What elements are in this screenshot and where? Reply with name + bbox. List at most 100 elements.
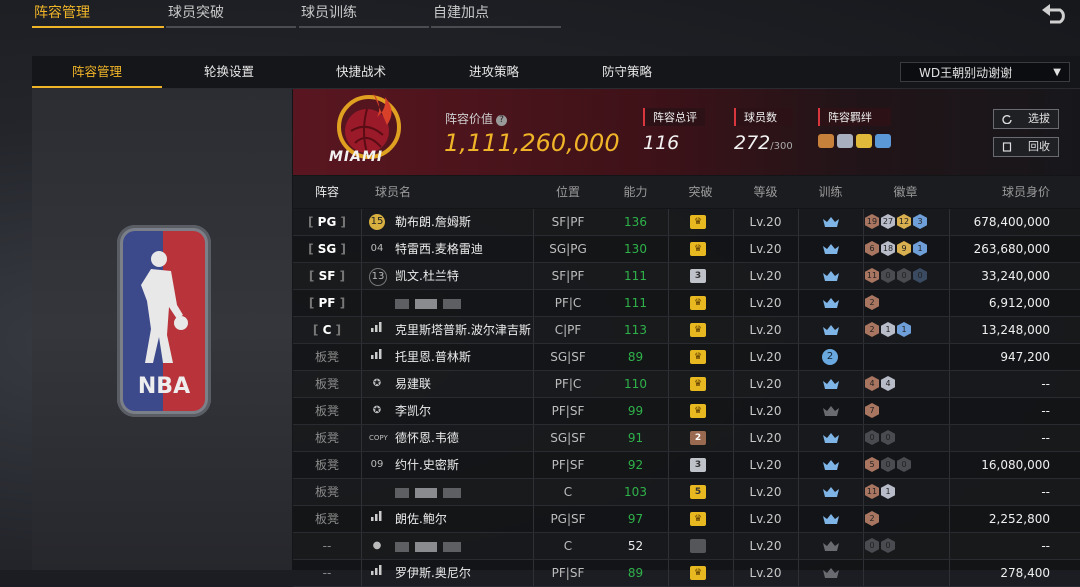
tab-player-training[interactable]: 球员训练	[299, 0, 429, 28]
jersey-number: 09	[370, 459, 384, 470]
tab-lineup-management[interactable]: 阵容管理	[32, 0, 164, 28]
back-arrow-icon[interactable]	[1040, 2, 1070, 24]
col-badges[interactable]: 徽章	[863, 176, 948, 208]
jersey-number: 15	[369, 214, 385, 230]
player-name[interactable]: 朗佐.鲍尔	[395, 506, 447, 532]
training-crown-icon	[823, 433, 839, 443]
subtab-offense-strategy[interactable]: 进攻策略	[429, 56, 559, 88]
badge-list: 2	[865, 295, 879, 310]
player-name[interactable]	[395, 533, 467, 559]
player-name[interactable]: 约什.史密斯	[395, 452, 459, 478]
player-name[interactable]	[395, 290, 467, 316]
table-row[interactable]: 板凳 C 103 5 Lv.20 11 1 --	[293, 479, 1080, 506]
col-name[interactable]: 球员名	[373, 176, 413, 208]
badge-list: 44	[865, 376, 895, 391]
col-training[interactable]: 训练	[798, 176, 863, 208]
star-icon: ✪	[372, 405, 382, 416]
player-name[interactable]: 易建联	[395, 371, 431, 397]
lineup-select-dropdown[interactable]: WD王朝别动谢谢 ▼	[900, 62, 1070, 82]
recycle-button[interactable]: 回收	[993, 137, 1059, 157]
table-row[interactable]: 板凳 朗佐.鲍尔 PG|SF 97 ♛ Lv.20 2 2,252,800	[293, 506, 1080, 533]
subtab-defense-strategy[interactable]: 防守策略	[562, 56, 692, 88]
breakthrough-badge-icon: ♛	[690, 350, 706, 364]
table-row[interactable]: 板凳 ✪ 易建联 PF|C 110 ♛ Lv.20 4 4 --	[293, 371, 1080, 398]
col-slot[interactable]: 阵容	[293, 176, 361, 208]
player-worth: --	[1041, 377, 1050, 391]
bond-icon	[875, 134, 891, 148]
player-level: Lv.20	[749, 512, 782, 526]
subtab-quick-tactics[interactable]: 快捷战术	[296, 56, 426, 88]
player-name[interactable]: 凯文.杜兰特	[395, 263, 459, 289]
breakthrough-badge-icon: ♛	[690, 566, 706, 580]
refresh-icon	[1002, 114, 1012, 124]
table-row[interactable]: 板凳 09 约什.史密斯 PF|SF 92 3 Lv.20 5 0 0 16,080,000	[293, 452, 1080, 479]
player-position: PF|C	[554, 296, 582, 310]
player-name[interactable]: 特雷西.麦格雷迪	[395, 236, 483, 262]
table-row[interactable]: -- 罗伊斯.奥尼尔 PF|SF 89 ♛ Lv.20 278,400	[293, 560, 1080, 587]
player-worth: 278,400	[1000, 566, 1050, 580]
col-level[interactable]: 等级	[733, 176, 798, 208]
player-level: Lv.20	[749, 269, 782, 283]
slot-label: [ C ]	[312, 323, 342, 337]
player-name[interactable]: 罗伊斯.奥尼尔	[395, 560, 471, 586]
badge-hex-icon: 11	[865, 268, 879, 283]
table-row[interactable]: [ PG ] 15 勒布朗.詹姆斯 SF|PF 136 ♛ Lv.20 19 27 12 3 678,…	[293, 209, 1080, 236]
badge-hex-icon: 4	[881, 376, 895, 391]
table-row[interactable]: [ SG ] 04 特雷西.麦格雷迪 SG|PG 130 ♛ Lv.20 6 18 9 1 263,6…	[293, 236, 1080, 263]
player-name[interactable]: 托里恩.普林斯	[395, 344, 471, 370]
player-name[interactable]	[395, 479, 467, 505]
player-count-stat: 球员数 272/300	[734, 108, 793, 154]
player-worth: 947,200	[1000, 350, 1050, 364]
player-rating: 89	[627, 350, 644, 364]
signal-bars-icon	[369, 349, 385, 365]
table-row[interactable]: 板凳 托里恩.普林斯 SG|SF 89 ♛ Lv.20 2 947,200	[293, 344, 1080, 371]
table-row[interactable]: [ PF ] PF|C 111 ♛ Lv.20 2 6,912,000	[293, 290, 1080, 317]
breakthrough-badge-icon: ♛	[690, 323, 706, 337]
player-worth: --	[1041, 404, 1050, 418]
table-row[interactable]: -- ● C 52 Lv.20 0 0 --	[293, 533, 1080, 560]
subtab-lineup-management[interactable]: 阵容管理	[32, 56, 162, 88]
player-name[interactable]: 李凯尔	[395, 398, 431, 424]
badge-hex-icon: 4	[865, 376, 879, 391]
table-row[interactable]: 板凳 COPY 德怀恩.韦德 SG|SF 91 2 Lv.20 0 0 --	[293, 425, 1080, 452]
player-rating: 92	[627, 458, 644, 472]
select-button[interactable]: 选拔	[993, 109, 1059, 129]
overall-stat: 阵容总评 116	[643, 108, 705, 154]
badge-hex-icon: 7	[865, 403, 879, 418]
player-position: C	[563, 539, 573, 553]
player-silhouette-icon	[141, 251, 188, 363]
help-icon[interactable]: ?	[496, 115, 508, 126]
player-name[interactable]: 克里斯塔普斯.波尔津吉斯	[395, 317, 531, 343]
table-row[interactable]: [ SF ] 13 凯文.杜兰特 SF|PF 111 3 Lv.20 11 0 0 0 33,240,…	[293, 263, 1080, 290]
signal-bars-icon	[369, 511, 385, 527]
badge-hex-icon: 0	[897, 457, 911, 472]
player-name[interactable]: 勒布朗.詹姆斯	[395, 209, 471, 235]
training-crown-icon	[823, 217, 839, 227]
col-worth[interactable]: 球员身价	[970, 176, 1050, 208]
nba-logo: NBA	[117, 225, 211, 417]
subtab-rotation-settings[interactable]: 轮换设置	[164, 56, 294, 88]
breakthrough-badge-icon: ♛	[690, 377, 706, 391]
table-row[interactable]: [ C ] 克里斯塔普斯.波尔津吉斯 C|PF 113 ♛ Lv.20 2 1 1 13,248,…	[293, 317, 1080, 344]
bond-icons[interactable]	[818, 134, 891, 148]
badge-hex-icon: 0	[897, 268, 911, 283]
lineup-value: 1,111,260,000	[444, 129, 620, 157]
player-level: Lv.20	[749, 458, 782, 472]
person-icon: ●	[372, 540, 382, 551]
badge-hex-icon: 11	[865, 484, 879, 499]
badge-hex-icon: 2	[865, 295, 879, 310]
col-position[interactable]: 位置	[533, 176, 603, 208]
player-worth: 678,400,000	[973, 215, 1050, 229]
player-worth: 2,252,800	[988, 512, 1050, 526]
nba-logo-text: NBA	[137, 374, 191, 399]
tab-player-breakthrough[interactable]: 球员突破	[166, 0, 296, 28]
col-breakthrough[interactable]: 突破	[668, 176, 733, 208]
badge-hex-icon: 12	[897, 214, 911, 229]
player-name[interactable]: 德怀恩.韦德	[395, 425, 459, 451]
player-level: Lv.20	[749, 215, 782, 229]
badge-hex-icon: 0	[881, 268, 895, 283]
tab-custom-points[interactable]: 自建加点	[431, 0, 561, 28]
table-row[interactable]: 板凳 ✪ 李凯尔 PF|SF 99 ♛ Lv.20 7 --	[293, 398, 1080, 425]
col-rating[interactable]: 能力	[603, 176, 668, 208]
dropdown-value: WD王朝别动谢谢	[919, 66, 1013, 80]
